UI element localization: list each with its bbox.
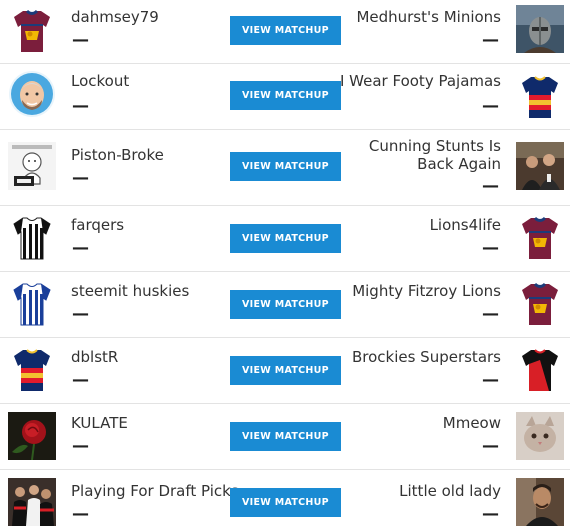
- kitten-photo-icon: [516, 412, 564, 460]
- away-score: —: [482, 504, 499, 524]
- guernsey-adelaide-icon: [14, 349, 50, 391]
- home-team-name[interactable]: farqers: [71, 216, 124, 234]
- home-score: —: [72, 304, 89, 324]
- red-rose-photo-icon: [8, 412, 56, 460]
- view-matchup-button[interactable]: VIEW MATCHUP: [230, 152, 341, 181]
- view-matchup-button[interactable]: VIEW MATCHUP: [230, 81, 341, 110]
- view-matchup-button[interactable]: VIEW MATCHUP: [230, 224, 341, 253]
- matchup-row: Lockout — VIEW MATCHUP I Wear Footy Paja…: [0, 64, 570, 130]
- guernsey-north-melbourne-icon: [13, 283, 51, 326]
- matchup-row: KULATE — VIEW MATCHUP Mmeow —: [0, 404, 570, 470]
- view-matchup-button[interactable]: VIEW MATCHUP: [230, 290, 341, 319]
- home-score: —: [72, 504, 89, 524]
- man-photo-icon: [516, 478, 564, 526]
- home-team-name[interactable]: Lockout: [71, 72, 129, 90]
- guernsey-essendon-icon: [522, 349, 558, 391]
- away-avatar[interactable]: [516, 214, 564, 262]
- away-team-name[interactable]: Lions4life: [430, 216, 501, 234]
- home-avatar[interactable]: [8, 346, 56, 394]
- meme-baby-icon: [8, 142, 56, 190]
- gladiator-photo-icon: [516, 5, 564, 53]
- away-avatar[interactable]: [516, 142, 564, 190]
- home-team-name[interactable]: dahmsey79: [71, 8, 159, 26]
- away-avatar[interactable]: [516, 346, 564, 394]
- two-men-photo-icon: [516, 142, 564, 190]
- away-avatar[interactable]: [516, 5, 564, 53]
- guernsey-lions-icon: [522, 282, 558, 325]
- home-team-name[interactable]: dblstR: [71, 348, 118, 366]
- away-team-name[interactable]: Mmeow: [443, 414, 501, 432]
- matchup-row: steemit huskies — VIEW MATCHUP Mighty Fi…: [0, 272, 570, 338]
- home-score: —: [72, 238, 89, 258]
- home-avatar[interactable]: [8, 142, 56, 190]
- away-team-name[interactable]: Medhurst's Minions: [356, 8, 501, 26]
- cartoon-man-avatar-icon: [9, 71, 55, 117]
- matchup-row: farqers — VIEW MATCHUP Lions4life —: [0, 206, 570, 272]
- guernsey-lions-icon: [522, 216, 558, 259]
- away-score: —: [482, 370, 499, 390]
- home-score: —: [72, 96, 89, 116]
- home-team-name[interactable]: steemit huskies: [71, 282, 189, 300]
- away-avatar[interactable]: [516, 73, 564, 121]
- away-avatar[interactable]: [516, 412, 564, 460]
- home-avatar[interactable]: [8, 70, 56, 118]
- guernsey-adelaide-icon: [522, 76, 558, 118]
- home-avatar[interactable]: [8, 280, 56, 328]
- home-avatar[interactable]: [8, 214, 56, 262]
- away-score: —: [482, 436, 499, 456]
- home-team-name[interactable]: KULATE: [71, 414, 128, 432]
- matchup-row: Playing For Draft Picks — VIEW MATCHUP L…: [0, 470, 570, 532]
- matchup-row: Piston-Broke — VIEW MATCHUP Cunning Stun…: [0, 130, 570, 206]
- home-avatar[interactable]: [8, 412, 56, 460]
- view-matchup-button[interactable]: VIEW MATCHUP: [230, 16, 341, 45]
- away-score: —: [482, 176, 499, 196]
- home-team-name[interactable]: Piston-Broke: [71, 146, 164, 164]
- home-score: —: [72, 30, 89, 50]
- home-avatar[interactable]: [8, 478, 56, 526]
- guernsey-collingwood-icon: [13, 217, 51, 260]
- away-team-name[interactable]: I Wear Footy Pajamas: [340, 72, 501, 90]
- away-team-name[interactable]: Brockies Superstars: [352, 348, 501, 366]
- home-score: —: [72, 370, 89, 390]
- away-team-name[interactable]: Mighty Fitzroy Lions: [352, 282, 501, 300]
- home-score: —: [72, 436, 89, 456]
- matchups-list: dahmsey79 — VIEW MATCHUP Medhurst's Mini…: [0, 0, 570, 532]
- home-score: —: [72, 168, 89, 188]
- players-photo-icon: [8, 478, 56, 526]
- away-score: —: [482, 96, 499, 116]
- away-team-name[interactable]: Cunning Stunts Is Back Again: [341, 137, 501, 173]
- away-score: —: [482, 304, 499, 324]
- home-avatar[interactable]: [8, 7, 56, 55]
- view-matchup-button[interactable]: VIEW MATCHUP: [230, 488, 341, 517]
- matchup-row: dahmsey79 — VIEW MATCHUP Medhurst's Mini…: [0, 0, 570, 64]
- guernsey-lions-icon: [14, 9, 50, 52]
- home-team-name[interactable]: Playing For Draft Picks: [71, 482, 239, 500]
- away-score: —: [482, 238, 499, 258]
- away-score: —: [482, 30, 499, 50]
- matchup-row: dblstR — VIEW MATCHUP Brockies Superstar…: [0, 338, 570, 404]
- away-avatar[interactable]: [516, 478, 564, 526]
- view-matchup-button[interactable]: VIEW MATCHUP: [230, 422, 341, 451]
- away-avatar[interactable]: [516, 280, 564, 328]
- view-matchup-button[interactable]: VIEW MATCHUP: [230, 356, 341, 385]
- away-team-name[interactable]: Little old lady: [399, 482, 501, 500]
